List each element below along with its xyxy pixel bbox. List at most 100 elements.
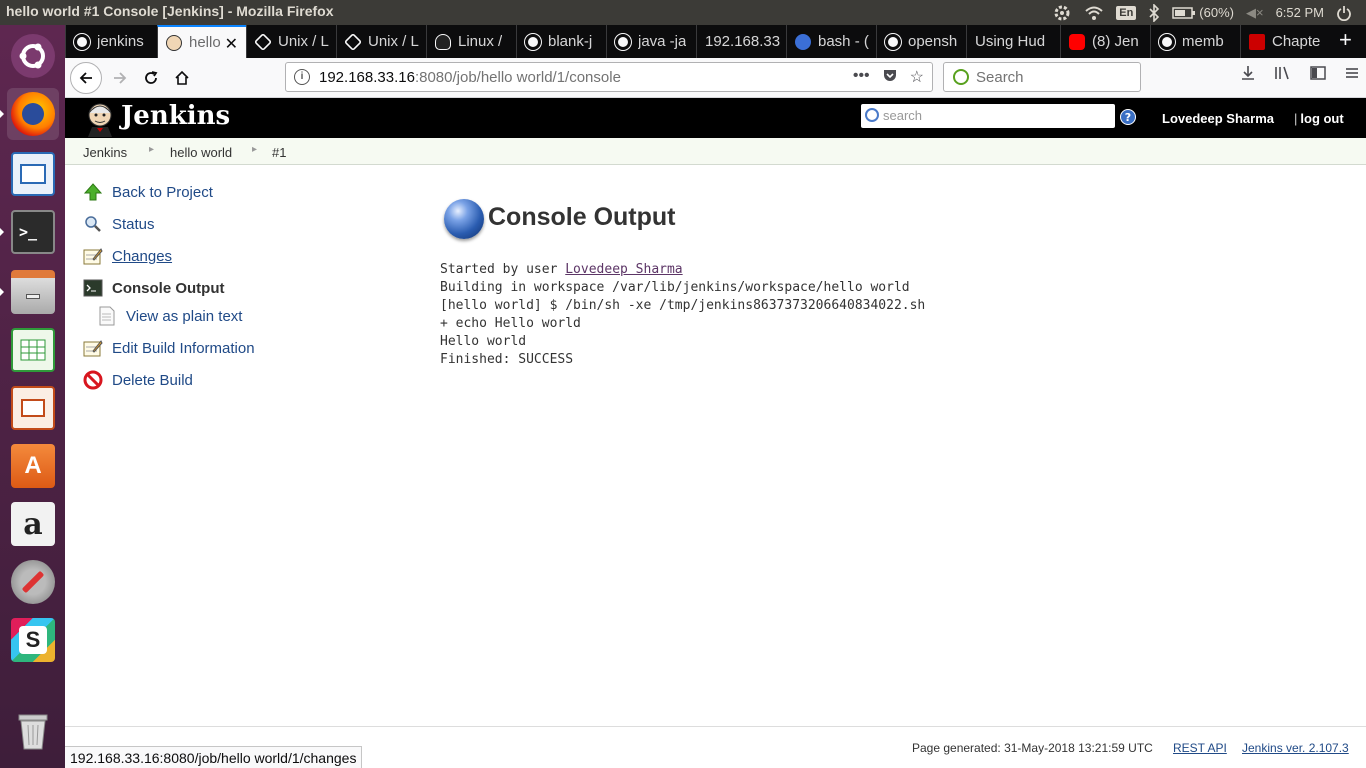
pocket-icon[interactable] xyxy=(882,67,898,88)
launcher-trash-button[interactable] xyxy=(7,706,59,758)
browser-tab[interactable]: Using Hud xyxy=(966,25,1060,58)
jenkins-search-placeholder: search xyxy=(883,108,923,123)
bookmark-star-icon[interactable]: ☆ xyxy=(910,67,924,88)
browser-tab[interactable]: 192.168.33 xyxy=(696,25,786,58)
task-status[interactable]: Status xyxy=(83,213,155,235)
browser-tab[interactable]: jenkins xyxy=(65,25,157,58)
browser-tab[interactable]: Unix / L xyxy=(246,25,336,58)
terminal-icon xyxy=(83,278,103,298)
browser-tab[interactable]: memb xyxy=(1150,25,1240,58)
browser-tab[interactable]: opensh xyxy=(876,25,966,58)
breadcrumb-build[interactable]: #1 xyxy=(272,145,286,160)
breadcrumb-jenkins[interactable]: Jenkins xyxy=(83,145,127,160)
page-actions-icon[interactable]: ••• xyxy=(853,67,870,88)
browser-tab[interactable]: blank-j xyxy=(516,25,606,58)
launcher-ubuntu-button[interactable] xyxy=(7,30,59,82)
back-button[interactable] xyxy=(70,62,102,94)
browser-navigation-bar: i 192.168.33.16:8080/job/hello world/1/c… xyxy=(65,58,1366,98)
jenkins-icon xyxy=(166,34,182,51)
browser-tab-label: Using Hud xyxy=(975,33,1046,50)
browser-tab[interactable]: (8) Jen xyxy=(1060,25,1150,58)
launcher-firefox-button[interactable] xyxy=(7,88,59,140)
reload-button[interactable] xyxy=(137,64,165,92)
search-engine-icon xyxy=(953,69,969,85)
download-icon[interactable] xyxy=(1240,65,1256,86)
task-console-output[interactable]: Console Output xyxy=(83,277,225,299)
libreoffice-impress-icon xyxy=(11,386,55,430)
help-icon[interactable]: ? xyxy=(1120,109,1136,125)
up-arrow-icon xyxy=(83,182,103,202)
magnifier-icon xyxy=(83,214,103,234)
task-view-plain-text[interactable]: View as plain text xyxy=(97,305,242,327)
launcher-slack-button[interactable]: S xyxy=(7,614,59,666)
breadcrumb-separator-icon[interactable]: ▸ xyxy=(149,144,154,155)
browser-tab-label: (8) Jen xyxy=(1092,33,1139,50)
power-icon[interactable] xyxy=(1336,5,1352,21)
battery-percent: (60%) xyxy=(1199,5,1234,20)
jenkins-version-link[interactable]: Jenkins ver. 2.107.3 xyxy=(1242,741,1349,755)
library-icon[interactable] xyxy=(1274,65,1292,86)
browser-tab-label: opensh xyxy=(908,33,958,50)
user-link[interactable]: Lovedeep Sharma xyxy=(1162,111,1274,126)
new-tab-button[interactable]: + xyxy=(1339,27,1358,53)
url-bar[interactable]: i 192.168.33.16:8080/job/hello world/1/c… xyxy=(285,62,933,92)
bash-icon xyxy=(795,33,811,50)
task-back-to-project[interactable]: Back to Project xyxy=(83,181,213,203)
launcher-system-settings-button[interactable] xyxy=(7,556,59,608)
task-edit-build-information[interactable]: Edit Build Information xyxy=(83,337,255,359)
jenkins-search-input[interactable]: search xyxy=(861,104,1115,128)
console-line: Finished: SUCCESS xyxy=(440,352,574,367)
toolbar-right xyxy=(1240,65,1360,86)
launcher-running-marker xyxy=(0,110,4,118)
breadcrumb-separator-icon[interactable]: ▸ xyxy=(252,144,257,155)
started-by-user-link[interactable]: Lovedeep Sharma xyxy=(565,262,682,277)
no-entry-icon xyxy=(83,370,103,390)
browser-tab-label: memb xyxy=(1182,33,1224,50)
breadcrumb-job[interactable]: hello world xyxy=(170,145,232,160)
close-tab-icon[interactable]: ✕ xyxy=(225,34,238,54)
jenkins-butler-logo[interactable] xyxy=(83,101,117,137)
rest-api-link[interactable]: REST API xyxy=(1173,741,1227,755)
jenkins-brand[interactable]: Jenkins xyxy=(121,101,230,131)
task-delete-build[interactable]: Delete Build xyxy=(83,369,193,391)
libreoffice-writer-icon xyxy=(11,152,55,196)
firefox-icon xyxy=(11,92,55,136)
sidebar-icon[interactable] xyxy=(1310,65,1326,86)
browser-search-box[interactable]: Search xyxy=(943,62,1141,92)
browser-tab[interactable]: Unix / L xyxy=(336,25,426,58)
browser-tab[interactable]: java -ja xyxy=(606,25,696,58)
launcher-calc-button[interactable] xyxy=(7,324,59,376)
logout-link[interactable]: | log out xyxy=(1294,111,1344,126)
github-icon xyxy=(1159,33,1175,50)
system-settings-icon xyxy=(11,560,55,604)
info-icon[interactable]: i xyxy=(294,69,310,85)
launcher-amazon-button[interactable]: a xyxy=(7,498,59,550)
settings-icon[interactable] xyxy=(1052,3,1072,23)
console-line: Hello world xyxy=(440,334,527,349)
menu-icon[interactable] xyxy=(1344,65,1360,86)
clock[interactable]: 6:52 PM xyxy=(1276,5,1324,20)
launcher-terminal-button[interactable]: >_ xyxy=(7,206,59,258)
wifi-icon[interactable] xyxy=(1084,5,1104,21)
launcher-impress-button[interactable] xyxy=(7,382,59,434)
reload-icon xyxy=(145,71,158,84)
console-line: + echo Hello world xyxy=(440,316,581,331)
arrow-right-icon xyxy=(114,72,127,84)
browser-tab[interactable]: Linux / xyxy=(426,25,516,58)
url-text: 192.168.33.16:8080/job/hello world/1/con… xyxy=(319,69,621,86)
volume-muted-icon[interactable]: ◀× xyxy=(1246,5,1264,21)
task-changes[interactable]: Changes xyxy=(83,245,172,267)
launcher-software-center-button[interactable]: A xyxy=(7,440,59,492)
forward-button[interactable] xyxy=(106,64,134,92)
browser-tab[interactable]: Chapte xyxy=(1240,25,1330,58)
system-tray: En (60%) ◀× 6:52 PM xyxy=(1052,0,1366,25)
github-icon xyxy=(525,33,541,50)
keyboard-layout-indicator[interactable]: En xyxy=(1116,5,1137,20)
browser-tab[interactable]: hello ✕ xyxy=(157,25,246,58)
launcher-writer-button[interactable] xyxy=(7,148,59,200)
browser-tab[interactable]: bash - ( xyxy=(786,25,876,58)
home-button[interactable] xyxy=(168,64,196,92)
battery-indicator[interactable]: (60%) xyxy=(1172,5,1234,20)
launcher-files-button[interactable] xyxy=(7,266,59,318)
bluetooth-icon[interactable] xyxy=(1148,3,1160,22)
